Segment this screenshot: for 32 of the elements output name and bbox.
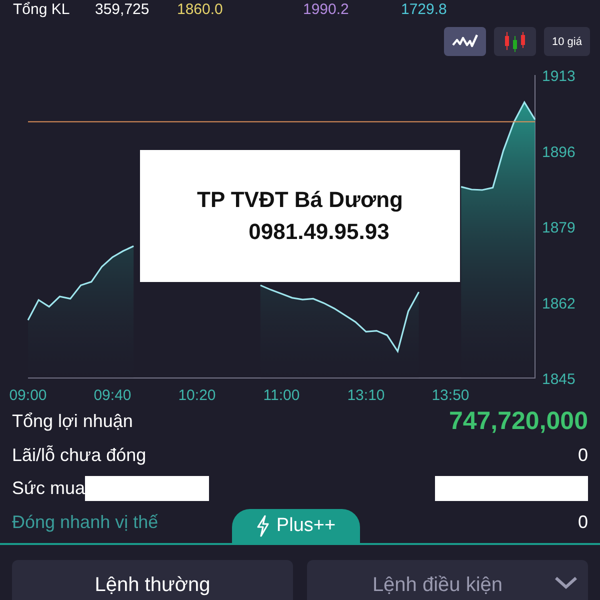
note-text: TP TVĐT Bá Dương (197, 186, 403, 214)
summary-label: Tổng KL (13, 1, 71, 18)
summary-value: 0 (578, 444, 588, 466)
x-tick-label: 09:40 (94, 387, 132, 404)
summary-label: Tổng lợi nhuận (12, 411, 133, 432)
y-tick-label: 1913 (542, 68, 576, 85)
lightning-icon (256, 515, 270, 537)
summary-value: 747,720,000 (448, 407, 588, 436)
y-tick-label: 1879 (542, 220, 576, 236)
x-tick-label: 09:00 (9, 387, 47, 404)
plus-tab[interactable]: Plus++ (232, 509, 360, 543)
summary-label: Sức mua (12, 478, 86, 500)
summary-value: 1990.2 (303, 1, 350, 18)
x-tick-label: 13:50 (432, 387, 470, 404)
candlestick-button[interactable] (494, 27, 536, 56)
summary-value: 1860.0 (177, 1, 224, 18)
summary-value: 1729.8 (401, 1, 448, 18)
order-tab[interactable]: Lệnh thường (12, 560, 293, 600)
summary-value: 359,725 (95, 1, 150, 18)
y-tick-label: 1862 (542, 295, 576, 312)
close-position-link[interactable]: Đóng nhanh vị thế (12, 512, 158, 533)
y-tick-label: 1896 (542, 144, 576, 161)
y-tick-label: 1845 (542, 371, 576, 388)
x-tick-label: 11:00 (263, 387, 300, 404)
summary-label: Lãi/lỗ chưa đóng (12, 444, 146, 466)
line-chart-button[interactable] (444, 27, 486, 56)
x-tick-label: 10:20 (178, 387, 216, 404)
summary-value: 0 (578, 512, 588, 533)
order-tab[interactable]: Lệnh điều kiện (307, 560, 588, 600)
price-levels-button[interactable]: 10 giá (544, 27, 590, 56)
note-text: 0981.49.95.93 (248, 218, 390, 246)
x-tick-label: 13:10 (347, 387, 385, 404)
